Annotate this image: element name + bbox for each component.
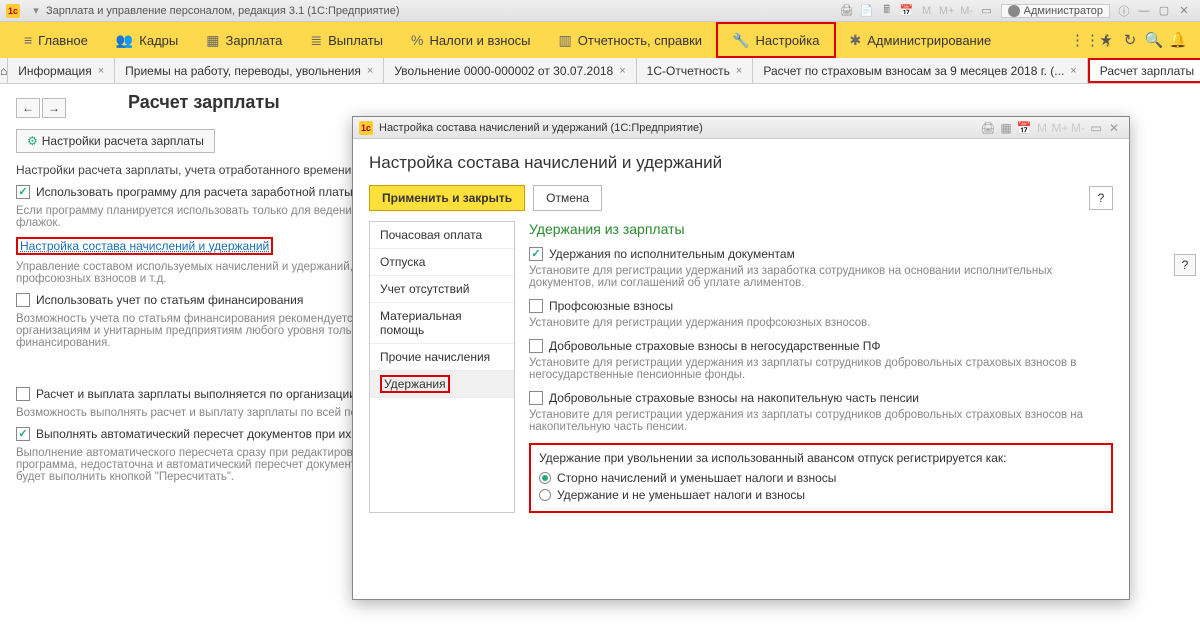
checkbox-voluntary-pf[interactable] — [529, 339, 543, 353]
toolbar-icon[interactable]: M — [1033, 121, 1051, 135]
toolbar-icon[interactable]: 🖨 — [838, 3, 856, 19]
close-icon[interactable]: × — [619, 65, 625, 77]
window-icon[interactable]: ▭ — [1087, 121, 1105, 135]
hint-text: Установите для регистрации удержаний из … — [529, 265, 1113, 289]
toolbar-icon[interactable]: 📄 — [858, 3, 876, 19]
user-badge[interactable]: Администратор — [1001, 4, 1110, 18]
toolbar-icon[interactable]: 🖩 — [878, 3, 896, 19]
sidebar-item-absence[interactable]: Учет отсутствий — [370, 276, 514, 303]
sidebar-item-vacation[interactable]: Отпуска — [370, 249, 514, 276]
cancel-button[interactable]: Отмена — [533, 185, 602, 211]
menu-salary[interactable]: ▦Зарплата — [192, 22, 296, 58]
hint-text: Установите для регистрации удержания про… — [529, 317, 1113, 329]
menu-taxes[interactable]: %Налоги и взносы — [397, 22, 545, 58]
apps-icon[interactable]: ⋮⋮⋮ — [1070, 31, 1094, 49]
settings-button[interactable]: ⚙Настройки расчета зарплаты — [16, 129, 215, 153]
sidebar-item-other[interactable]: Прочие начисления — [370, 344, 514, 371]
minimize-icon[interactable]: — — [1135, 3, 1153, 19]
menu-settings[interactable]: 🔧Настройка — [716, 22, 835, 58]
toolbar-icon[interactable]: ▭ — [978, 3, 996, 19]
nav-forward[interactable]: → — [42, 98, 66, 118]
dropdown-icon[interactable]: ▾ — [27, 3, 45, 19]
bell-icon[interactable]: 🔔 — [1166, 31, 1190, 49]
radio-deduction[interactable] — [539, 489, 551, 501]
close-icon[interactable]: × — [367, 65, 373, 77]
close-icon[interactable]: ✕ — [1105, 121, 1123, 135]
toolbar-icon[interactable]: M- — [1069, 121, 1087, 135]
sidebar-item-aid[interactable]: Материальная помощь — [370, 303, 514, 344]
dialog-heading: Настройка состава начислений и удержаний — [369, 153, 1113, 173]
tab-1c-report[interactable]: 1С-Отчетность× — [637, 58, 754, 83]
sidebar-item-hourly[interactable]: Почасовая оплата — [370, 222, 514, 249]
sidebar-item-deductions[interactable]: Удержания — [370, 371, 514, 398]
menu-reports[interactable]: ▥Отчетность, справки — [545, 22, 717, 58]
dialog-accruals-setup: 1c Настройка состава начислений и удержа… — [352, 116, 1130, 600]
gear-icon: ⚙ — [27, 134, 38, 148]
close-icon[interactable]: × — [1070, 65, 1076, 77]
checkbox-union[interactable] — [529, 299, 543, 313]
radio-storno[interactable] — [539, 472, 551, 484]
tab-info[interactable]: Информация× — [8, 58, 115, 83]
toolbar-icon[interactable]: M+ — [938, 3, 956, 19]
checkbox-use-program[interactable] — [16, 185, 30, 199]
history-icon[interactable]: ↻ — [1118, 31, 1142, 49]
checkbox-voluntary-pension[interactable] — [529, 391, 543, 405]
radio-label: Удержание при увольнении за использованн… — [539, 451, 1103, 465]
menu-admin[interactable]: ✱Администрирование — [836, 22, 1006, 58]
tab-salary-calc[interactable]: Расчет зарплаты× — [1088, 58, 1200, 83]
close-icon[interactable]: × — [736, 65, 742, 77]
checkbox-exec-docs[interactable] — [529, 247, 543, 261]
tab-insurance[interactable]: Расчет по страховым взносам за 9 месяцев… — [753, 58, 1087, 83]
search-icon[interactable]: 🔍 — [1142, 31, 1166, 49]
section-title: Удержания из зарплаты — [529, 221, 1113, 237]
dialog-content: Удержания из зарплаты Удержания по испол… — [515, 221, 1113, 513]
main-menu: ≡Главное 👥Кадры ▦Зарплата ≣Выплаты %Нало… — [0, 22, 1200, 58]
help-button[interactable]: ? — [1089, 186, 1113, 210]
dialog-sidebar: Почасовая оплата Отпуска Учет отсутствий… — [369, 221, 515, 513]
nav-back[interactable]: ← — [16, 98, 40, 118]
toolbar-icon[interactable]: 📅 — [1015, 121, 1033, 135]
tab-hires[interactable]: Приемы на работу, переводы, увольнения× — [115, 58, 384, 83]
menu-payments[interactable]: ≣Выплаты — [296, 22, 397, 58]
menu-personnel[interactable]: 👥Кадры — [102, 22, 192, 58]
app-logo-icon: 1c — [359, 121, 373, 135]
tab-bar: ⌂ Информация× Приемы на работу, переводы… — [0, 58, 1200, 84]
toolbar-icon[interactable]: M+ — [1051, 121, 1069, 135]
help-button[interactable]: ? — [1174, 254, 1196, 276]
toolbar-icon[interactable]: 🖨 — [979, 121, 997, 135]
maximize-icon[interactable]: ▢ — [1155, 3, 1173, 19]
close-icon[interactable]: × — [98, 65, 104, 77]
hint-text: Установите для регистрации удержания из … — [529, 409, 1113, 433]
toolbar-icon[interactable]: M — [918, 3, 936, 19]
checkbox-org[interactable] — [16, 387, 30, 401]
link-accruals-setup[interactable]: Настройка состава начислений и удержаний — [20, 239, 269, 253]
window-title: Зарплата и управление персоналом, редакц… — [46, 5, 399, 17]
toolbar-icon[interactable]: ▦ — [997, 121, 1015, 135]
hint-text: Установите для регистрации удержания из … — [529, 357, 1113, 381]
checkbox-finance[interactable] — [16, 293, 30, 307]
window-titlebar: 1c ▾ Зарплата и управление персоналом, р… — [0, 0, 1200, 22]
dialog-titlebar: 1c Настройка состава начислений и удержа… — [353, 117, 1129, 139]
close-icon[interactable]: ✕ — [1175, 3, 1193, 19]
apply-button[interactable]: Применить и закрыть — [369, 185, 525, 211]
radio-group-dismissal: Удержание при увольнении за использованн… — [529, 443, 1113, 513]
tab-home[interactable]: ⌂ — [0, 58, 8, 83]
star-icon[interactable]: ★ — [1094, 31, 1118, 49]
toolbar-icon[interactable]: 📅 — [898, 3, 916, 19]
toolbar-icon[interactable]: M- — [958, 3, 976, 19]
checkbox-auto[interactable] — [16, 427, 30, 441]
app-logo-icon: 1c — [6, 4, 20, 18]
info-icon[interactable]: ⓘ — [1115, 3, 1133, 19]
page-title: Расчет зарплаты — [128, 92, 280, 113]
tab-dismissal[interactable]: Увольнение 0000-000002 от 30.07.2018× — [384, 58, 636, 83]
menu-main[interactable]: ≡Главное — [10, 22, 102, 58]
